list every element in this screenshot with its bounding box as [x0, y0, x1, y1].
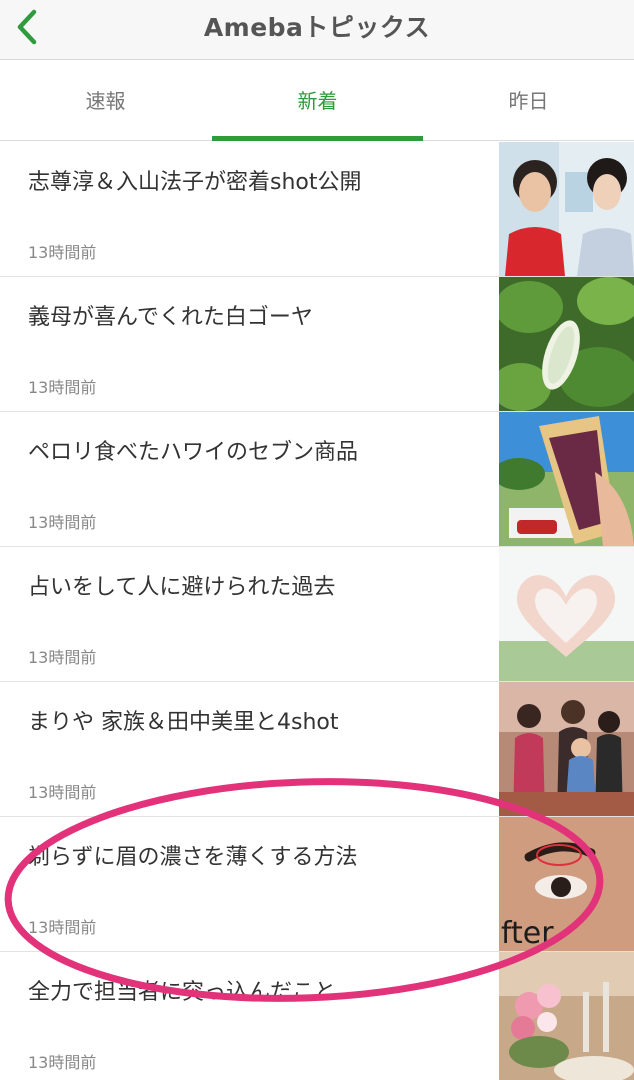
list-item[interactable]: ペロリ食べたハワイのセブン商品 13時間前 [0, 412, 634, 547]
page-title: Amebaトピックス [203, 13, 431, 42]
tab-yesterday[interactable]: 昨日 [423, 61, 634, 141]
article-title: 占いをして人に避けられた過去 [28, 575, 336, 600]
active-tab-indicator [212, 136, 423, 141]
thumbnail-caption: fter [501, 916, 554, 951]
article-time: 13時間前 [28, 648, 97, 667]
article-time: 13時間前 [28, 243, 97, 262]
article-list: 志尊淳＆入山法子が密着shot公開 13時間前 義母が喜んでくれた白ゴーヤ 13… [0, 142, 634, 1080]
article-title: 剃らずに眉の濃さを薄くする方法 [28, 845, 358, 870]
navigation-bar: Amebaトピックス [0, 0, 634, 60]
list-item[interactable]: 志尊淳＆入山法子が密着shot公開 13時間前 [0, 142, 634, 277]
tab-new[interactable]: 新着 [212, 61, 423, 141]
list-item[interactable]: 全力で担当者に突っ込んだこと 13時間前 [0, 952, 634, 1080]
article-thumbnail [499, 412, 634, 546]
article-title: 志尊淳＆入山法子が密着shot公開 [28, 170, 362, 195]
article-time: 13時間前 [28, 378, 97, 397]
article-thumbnail [499, 952, 634, 1080]
article-thumbnail [499, 277, 634, 411]
article-thumbnail [499, 547, 634, 681]
article-title: 義母が喜んでくれた白ゴーヤ [28, 305, 313, 330]
article-title: ペロリ食べたハワイのセブン商品 [28, 440, 359, 465]
list-item[interactable]: 占いをして人に避けられた過去 13時間前 [0, 547, 634, 682]
article-thumbnail: fter [499, 817, 634, 951]
article-title: 全力で担当者に突っ込んだこと [28, 980, 337, 1005]
article-thumbnail [499, 682, 634, 816]
article-time: 13時間前 [28, 513, 97, 532]
article-time: 13時間前 [28, 1053, 97, 1072]
article-thumbnail [499, 142, 634, 276]
list-item[interactable]: 義母が喜んでくれた白ゴーヤ 13時間前 [0, 277, 634, 412]
article-title: まりや 家族＆田中美里と4shot [28, 710, 339, 735]
list-item[interactable]: 剃らずに眉の濃さを薄くする方法 13時間前 fter [0, 817, 634, 952]
tab-bar: 速報 新着 昨日 [0, 61, 634, 141]
article-time: 13時間前 [28, 918, 97, 937]
tab-breaking[interactable]: 速報 [0, 61, 211, 141]
list-item[interactable]: まりや 家族＆田中美里と4shot 13時間前 [0, 682, 634, 817]
article-time: 13時間前 [28, 783, 97, 802]
